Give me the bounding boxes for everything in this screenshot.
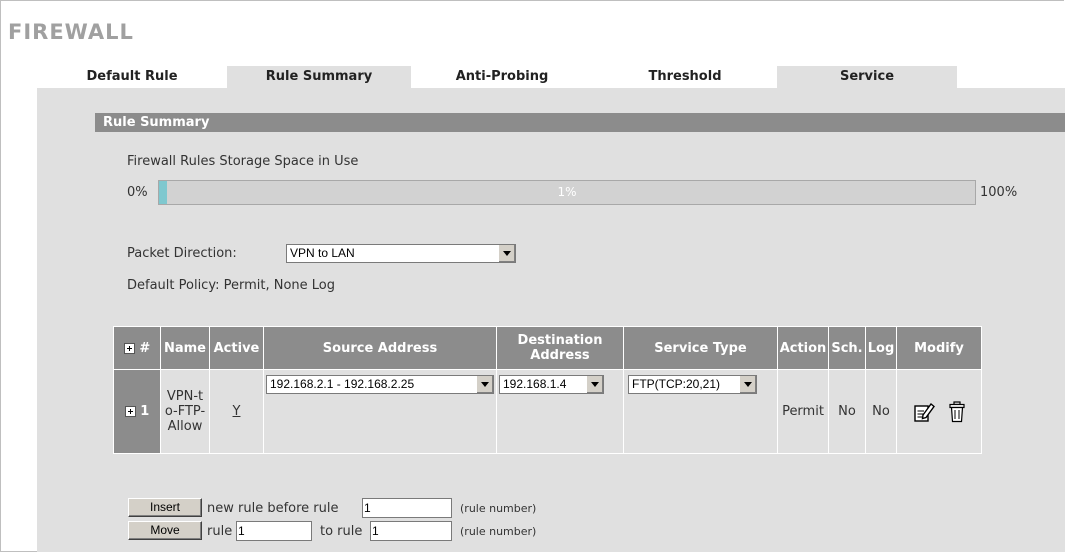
header-sch: Sch. bbox=[828, 326, 866, 370]
tab-threshold[interactable]: Threshold bbox=[593, 66, 777, 88]
trash-icon[interactable] bbox=[949, 400, 965, 423]
move-to-text: to rule bbox=[320, 524, 363, 539]
table-header-row: # Name Active Source Address Destination… bbox=[113, 326, 982, 370]
packet-direction-select[interactable]: VPN to LAN bbox=[286, 244, 516, 263]
packet-direction-value: VPN to LAN bbox=[290, 246, 355, 260]
move-to-input[interactable]: 1 bbox=[370, 521, 452, 541]
header-log: Log bbox=[865, 326, 897, 370]
insert-button[interactable]: Insert bbox=[128, 498, 202, 517]
row-sch: No bbox=[828, 369, 866, 454]
storage-value-label: 1% bbox=[557, 185, 577, 199]
chevron-down-icon bbox=[739, 376, 756, 393]
move-rule-text: rule bbox=[207, 524, 233, 539]
service-type-select[interactable]: FTP(TCP:20,21) bbox=[628, 375, 757, 394]
header-service: Service Type bbox=[623, 326, 778, 370]
default-policy-text: Default Policy: Permit, None Log bbox=[127, 278, 335, 293]
insert-hint: (rule number) bbox=[460, 502, 537, 515]
row-active-link[interactable]: Y bbox=[233, 404, 241, 419]
header-num: # bbox=[113, 326, 161, 370]
move-hint: (rule number) bbox=[460, 525, 537, 538]
storage-max-label: 100% bbox=[980, 185, 1018, 200]
chevron-down-icon bbox=[586, 376, 603, 393]
service-type-value: FTP(TCP:20,21) bbox=[632, 377, 721, 391]
row-source-cell: 192.168.2.1 - 192.168.2.25 bbox=[263, 369, 497, 454]
header-modify: Modify bbox=[896, 326, 982, 370]
table-row: 1 VPN-to-FTP-Allow Y 192.168.2.1 - 192.1… bbox=[113, 369, 982, 454]
row-destination-cell: 192.168.1.4 bbox=[496, 369, 624, 454]
header-name: Name bbox=[160, 326, 210, 370]
row-num: 1 bbox=[140, 404, 150, 419]
insert-text: new rule before rule bbox=[207, 501, 339, 516]
edit-icon[interactable] bbox=[913, 401, 935, 423]
header-active: Active bbox=[209, 326, 264, 370]
row-action: Permit bbox=[777, 369, 829, 454]
row-modify-cell bbox=[896, 369, 982, 454]
tab-anti-probing[interactable]: Anti-Probing bbox=[411, 66, 593, 88]
section-header: Rule Summary bbox=[95, 113, 1065, 132]
source-address-value: 192.168.2.1 - 192.168.2.25 bbox=[270, 377, 415, 391]
insert-rule-input[interactable]: 1 bbox=[362, 498, 452, 518]
tab-rule-summary[interactable]: Rule Summary bbox=[227, 66, 411, 88]
storage-min-label: 0% bbox=[127, 185, 148, 200]
rules-table: # Name Active Source Address Destination… bbox=[113, 326, 982, 454]
destination-address-select[interactable]: 192.168.1.4 bbox=[499, 375, 604, 394]
storage-progress-bar: 1% bbox=[158, 180, 976, 205]
move-from-input[interactable]: 1 bbox=[236, 521, 312, 541]
chevron-down-icon bbox=[498, 245, 515, 262]
row-active-cell: Y bbox=[209, 369, 264, 454]
packet-direction-label: Packet Direction: bbox=[127, 246, 237, 261]
source-address-select[interactable]: 192.168.2.1 - 192.168.2.25 bbox=[266, 375, 494, 394]
row-num-cell: 1 bbox=[113, 369, 161, 454]
row-log: No bbox=[865, 369, 897, 454]
destination-address-value: 192.168.1.4 bbox=[503, 377, 567, 391]
plus-box-icon[interactable] bbox=[124, 406, 136, 417]
header-num-label: # bbox=[139, 340, 151, 356]
tab-default-rule[interactable]: Default Rule bbox=[37, 66, 227, 88]
plus-box-icon[interactable] bbox=[123, 342, 135, 354]
header-action: Action bbox=[777, 326, 829, 370]
row-service-cell: FTP(TCP:20,21) bbox=[623, 369, 778, 454]
row-name-text: VPN-to-FTP-Allow bbox=[164, 389, 206, 434]
page-title: FIREWALL bbox=[8, 20, 134, 44]
header-destination: Destination Address bbox=[496, 326, 624, 370]
chevron-down-icon bbox=[476, 376, 493, 393]
storage-label: Firewall Rules Storage Space in Use bbox=[127, 154, 359, 169]
tab-service[interactable]: Service bbox=[777, 66, 957, 88]
move-button[interactable]: Move bbox=[128, 521, 202, 540]
header-source: Source Address bbox=[263, 326, 497, 370]
row-name: VPN-to-FTP-Allow bbox=[160, 369, 210, 454]
